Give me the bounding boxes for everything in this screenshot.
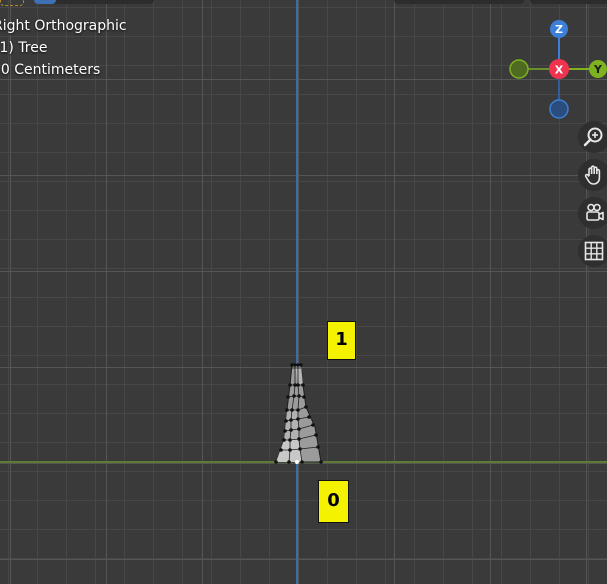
annotation-label-0: 0: [318, 480, 349, 523]
object-label: (1) Tree: [0, 40, 48, 56]
y-axis-handle[interactable]: Y: [589, 60, 607, 78]
header-widget[interactable]: [394, 0, 524, 4]
header-widget[interactable]: [530, 0, 607, 4]
neg-z-axis-handle[interactable]: [549, 99, 569, 119]
y-axis-label: Y: [593, 63, 603, 76]
pan-button[interactable]: [578, 159, 607, 191]
header-widget[interactable]: [34, 0, 56, 4]
x-axis-handle[interactable]: X: [549, 59, 569, 79]
object-origin-point: [295, 460, 299, 464]
camera-view-button[interactable]: [578, 197, 607, 229]
neg-y-axis-handle[interactable]: [509, 59, 529, 79]
z-axis-line: [296, 0, 298, 584]
projection-toggle-button[interactable]: [578, 235, 607, 267]
z-axis-label: Z: [555, 23, 563, 36]
grid-icon: [584, 241, 604, 261]
scale-label: 10 Centimeters: [0, 62, 101, 78]
hand-pan-icon: [584, 165, 601, 185]
annotation-label-1: 1: [327, 321, 356, 360]
zoom-icon: [583, 127, 603, 147]
navigation-gizmo[interactable]: Z X Y: [505, 16, 607, 122]
view-name-label: Right Orthographic: [0, 18, 127, 34]
camera-icon: [586, 203, 604, 221]
header-widget[interactable]: [0, 0, 24, 6]
tree-mesh[interactable]: [262, 355, 332, 470]
3d-viewport[interactable]: Right Orthographic (1) Tree 10 Centimete…: [0, 0, 607, 584]
z-axis-handle[interactable]: Z: [550, 20, 568, 38]
x-axis-label: X: [555, 64, 564, 77]
zoom-button[interactable]: [578, 121, 607, 153]
